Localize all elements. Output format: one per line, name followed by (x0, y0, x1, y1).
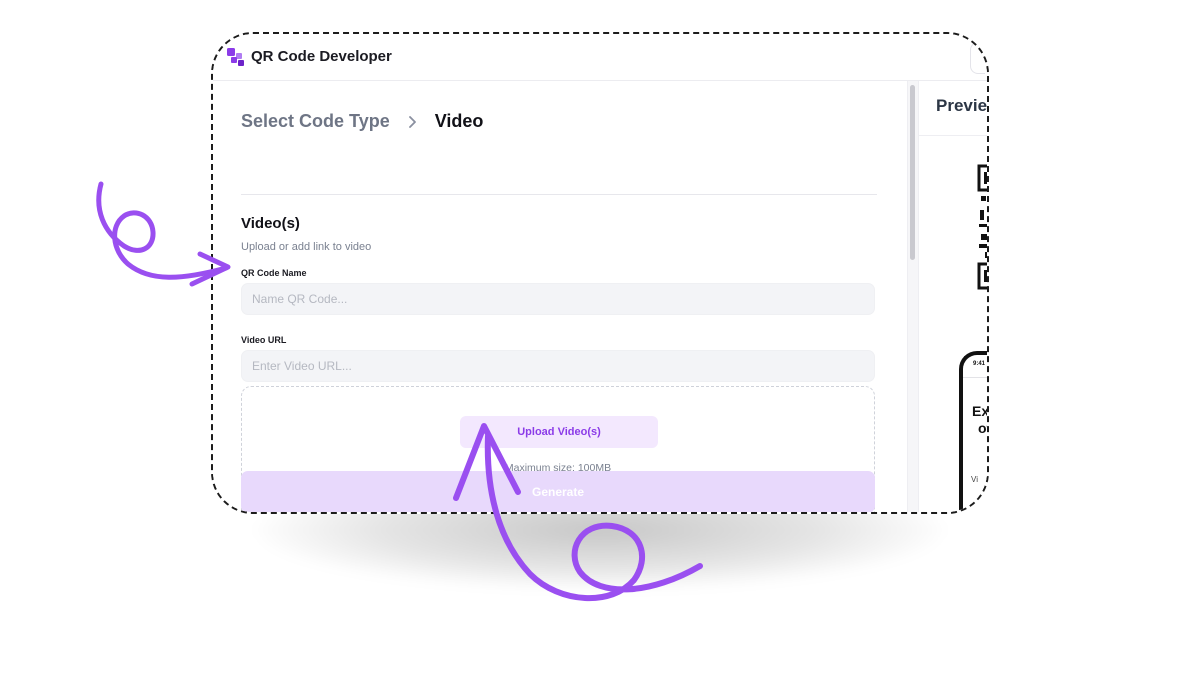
preview-panel: Previe 9:41 Exp of Vi (918, 81, 987, 512)
form-panel: Select Code Type Video Video(s) Upload o… (213, 81, 907, 512)
breadcrumb-current-video: Video (434, 111, 484, 131)
qr-code-name-label: QR Code Name (241, 268, 307, 278)
section-divider (241, 194, 877, 195)
section-title: Video(s) (241, 215, 300, 232)
scrollbar-thumb[interactable] (910, 85, 915, 260)
generate-button[interactable]: Generate (241, 471, 875, 512)
breadcrumb: Select Code Type Video (241, 111, 483, 132)
phone-preview: 9:41 Exp of Vi (959, 351, 987, 512)
phone-body-text: Vi (971, 475, 978, 484)
chevron-right-icon (408, 115, 416, 128)
qr-code-preview (977, 164, 987, 290)
app-window: QR Code Developer Select Code Type Video… (211, 32, 989, 514)
app-header: QR Code Developer (213, 34, 987, 81)
qr-logo-icon (227, 48, 244, 66)
qr-code-name-input[interactable] (241, 283, 875, 315)
breadcrumb-select-code-type[interactable]: Select Code Type (241, 111, 390, 132)
phone-heading-line-2: of (978, 420, 987, 436)
app-title: QR Code Developer (251, 48, 392, 65)
phone-heading-line-1: Exp (972, 403, 987, 419)
video-url-label: Video URL (241, 335, 287, 345)
left-arrow-icon (96, 181, 231, 287)
form-scrollbar[interactable] (907, 81, 918, 512)
video-url-input[interactable] (241, 350, 875, 382)
preview-divider (919, 135, 987, 136)
header-action-button[interactable] (970, 42, 985, 74)
phone-divider (963, 377, 987, 378)
section-subtitle: Upload or add link to video (241, 241, 372, 253)
preview-title: Previe (936, 96, 987, 115)
phone-status-time: 9:41 (973, 361, 986, 367)
upload-videos-button[interactable]: Upload Video(s) (460, 416, 658, 448)
